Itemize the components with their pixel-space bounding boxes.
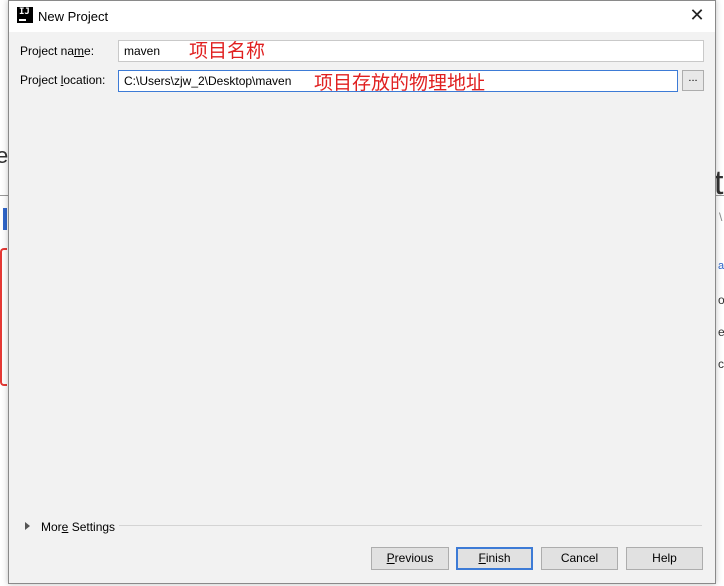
label-text: Project na bbox=[20, 44, 75, 58]
new-project-dialog: IJ New Project ✕ Project name: 项目名称 Proj… bbox=[8, 0, 716, 584]
previous-button[interactable]: Previous bbox=[371, 547, 449, 570]
button-label: inish bbox=[485, 551, 511, 565]
dialog-title: New Project bbox=[38, 9, 109, 24]
background-divider bbox=[0, 195, 8, 196]
background-text: at bbox=[718, 260, 724, 272]
background-text: cl bbox=[718, 357, 724, 371]
button-label: revious bbox=[394, 551, 434, 565]
background-accent bbox=[3, 208, 7, 230]
button-mnemonic: P bbox=[386, 551, 395, 565]
cancel-button[interactable]: Cancel bbox=[541, 547, 618, 570]
label-text: ocation: bbox=[63, 73, 106, 87]
background-text: e bbox=[0, 143, 9, 168]
background-window-right: t \ at o er cl bbox=[714, 0, 724, 586]
title-bar[interactable]: IJ New Project ✕ bbox=[9, 1, 715, 32]
finish-button[interactable]: Finish bbox=[456, 547, 533, 570]
background-text: er bbox=[718, 325, 724, 339]
project-location-input[interactable] bbox=[118, 70, 678, 92]
label-text: Project bbox=[20, 73, 61, 87]
project-name-input[interactable] bbox=[118, 40, 704, 62]
close-icon[interactable]: ✕ bbox=[687, 5, 707, 25]
browse-button[interactable]: ... bbox=[682, 70, 704, 91]
label-text: e: bbox=[84, 44, 95, 58]
background-text: \ bbox=[719, 210, 723, 224]
label-text: Settings bbox=[68, 520, 116, 534]
more-settings-label[interactable]: More Settings bbox=[41, 520, 115, 534]
background-highlight-box bbox=[0, 248, 7, 386]
background-window-left: e bbox=[0, 0, 8, 586]
background-text: o bbox=[718, 293, 724, 307]
label-mnemonic: m bbox=[74, 44, 85, 58]
label-text: Mor bbox=[41, 520, 62, 534]
project-location-label: Project location: bbox=[20, 73, 105, 87]
expand-arrow-icon[interactable] bbox=[25, 522, 30, 530]
help-button[interactable]: Help bbox=[626, 547, 703, 570]
intellij-icon: IJ bbox=[17, 7, 33, 23]
project-name-label: Project name: bbox=[20, 44, 94, 58]
settings-separator bbox=[119, 525, 702, 526]
button-mnemonic: F bbox=[478, 551, 486, 565]
